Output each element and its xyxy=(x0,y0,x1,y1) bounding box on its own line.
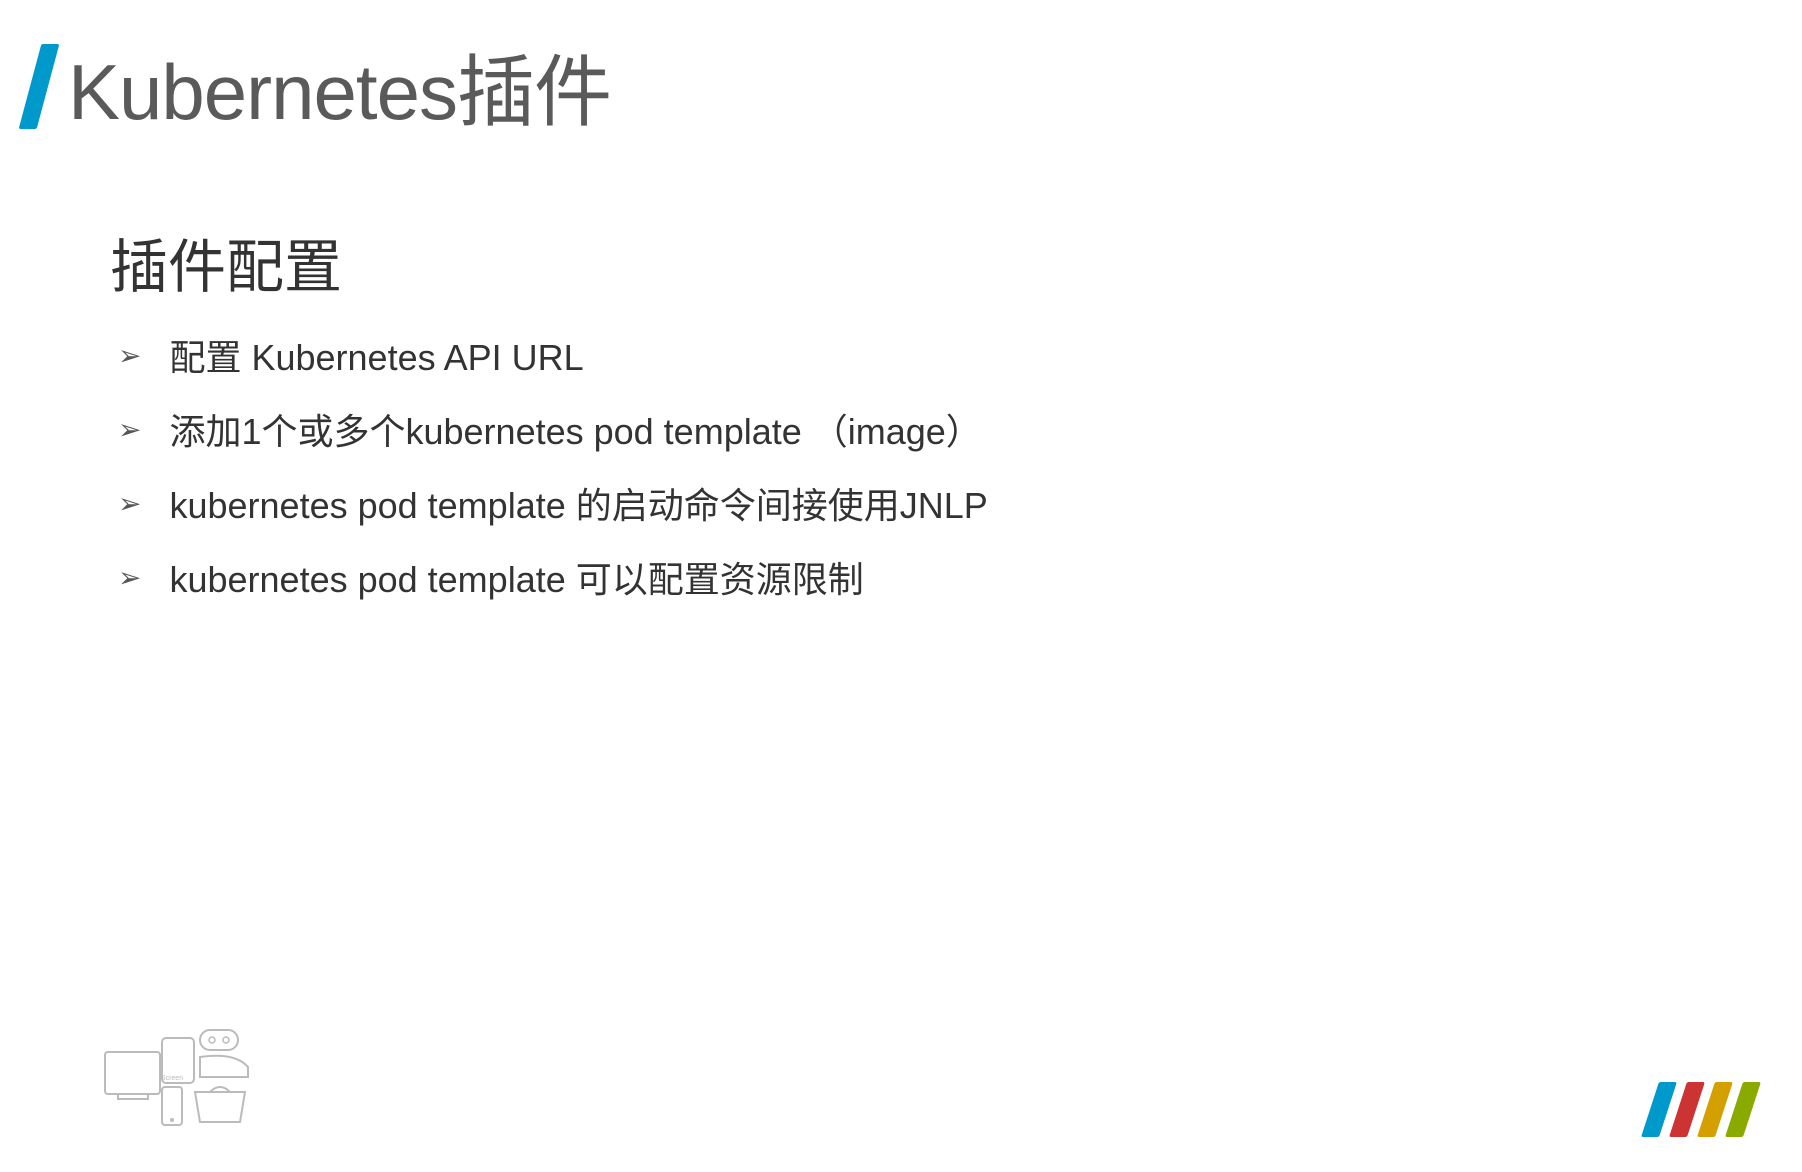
arrow-bullet-icon: ➢ xyxy=(118,561,141,594)
screen-devices-icon: Screen xyxy=(100,1022,270,1132)
bullet-list: ➢ 配置 Kubernetes API URL ➢ 添加1个或多个kuberne… xyxy=(110,329,988,603)
bullet-text: 添加1个或多个kubernetes pod template （image） xyxy=(169,403,981,455)
bullet-text: kubernetes pod template 可以配置资源限制 xyxy=(169,551,863,603)
list-item: ➢ 配置 Kubernetes API URL xyxy=(110,329,988,381)
bullet-text: 配置 Kubernetes API URL xyxy=(169,329,583,381)
slide-title: Kubernetes插件 xyxy=(68,30,611,142)
logo-label: Screen xyxy=(161,1075,183,1082)
content-area: 插件配置 ➢ 配置 Kubernetes API URL ➢ 添加1个或多个ku… xyxy=(110,220,988,625)
list-item: ➢ kubernetes pod template 的启动命令间接使用JNLP xyxy=(110,477,988,529)
arrow-bullet-icon: ➢ xyxy=(118,339,141,372)
subtitle: 插件配置 xyxy=(110,220,988,304)
list-item: ➢ 添加1个或多个kubernetes pod template （image） xyxy=(110,403,988,455)
brand-stripes xyxy=(1650,1082,1752,1137)
footer-logo: Screen xyxy=(100,1022,270,1137)
list-item: ➢ kubernetes pod template 可以配置资源限制 xyxy=(110,551,988,603)
stripe-icon xyxy=(1725,1082,1761,1137)
title-accent-bar xyxy=(19,44,60,129)
bullet-text: kubernetes pod template 的启动命令间接使用JNLP xyxy=(169,477,987,529)
arrow-bullet-icon: ➢ xyxy=(118,487,141,520)
arrow-bullet-icon: ➢ xyxy=(118,413,141,446)
slide-title-container: Kubernetes插件 xyxy=(30,30,611,142)
